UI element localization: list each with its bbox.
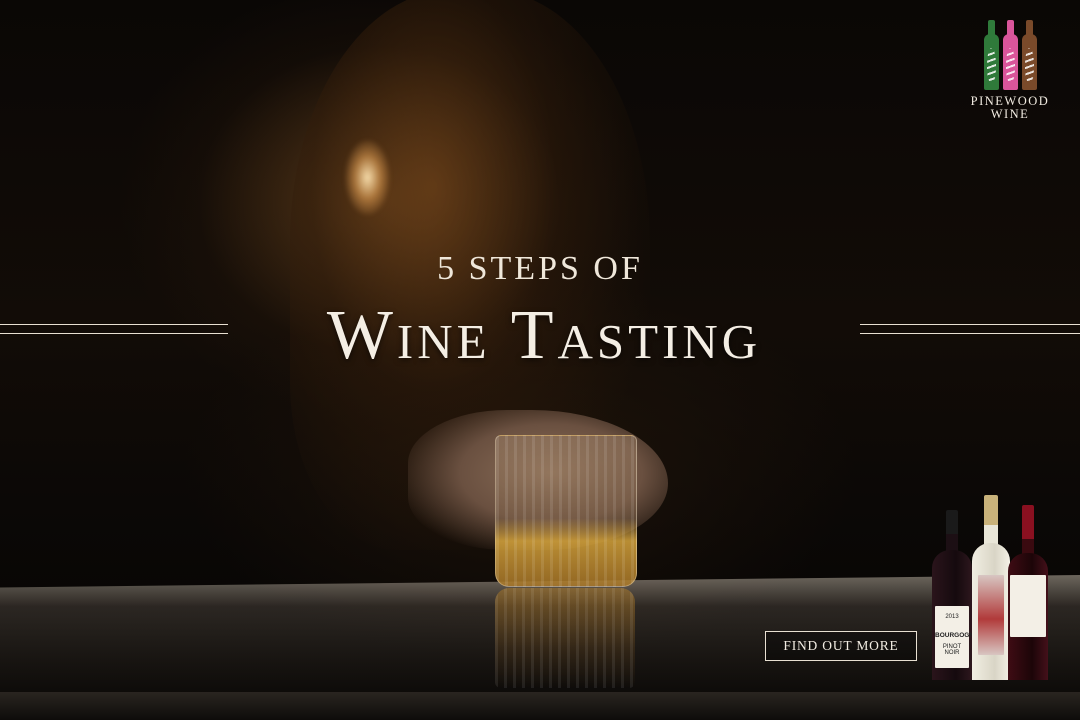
light-glow <box>345 140 390 215</box>
logo-bottles-icon <box>960 18 1060 90</box>
whisky-glass <box>495 435 637 587</box>
pinewood-wine-logo[interactable]: PINEWOOD WINE <box>960 18 1060 121</box>
product-bottles: 2013 BOURGOGNE PINOT NOIR <box>930 490 1055 680</box>
product-bottle-bourgogne: 2013 BOURGOGNE PINOT NOIR <box>932 510 979 680</box>
logo-line-2: WINE <box>990 107 1030 121</box>
product-sub: PINOT NOIR <box>942 644 962 656</box>
logo-wordmark: PINEWOOD WINE <box>960 95 1060 121</box>
logo-bottle-green <box>983 20 999 90</box>
headline-subtitle: 5 STEPS OF <box>437 250 643 287</box>
decorative-rule-right <box>860 324 1080 334</box>
logo-bottle-brown <box>1021 20 1037 90</box>
logo-bottle-pink <box>1002 20 1018 90</box>
glass-reflection <box>495 588 635 688</box>
bottom-edge <box>0 692 1080 720</box>
product-bottle-bordeaux <box>1008 505 1048 680</box>
decorative-rule-left <box>0 324 228 334</box>
find-out-more-button[interactable]: FIND OUT MORE <box>765 631 917 661</box>
product-year: 2013 <box>945 614 959 620</box>
headline-title: Wine Tasting <box>326 297 762 374</box>
product-bottle-white <box>972 495 1010 680</box>
product-name: BOURGOGNE <box>935 632 979 639</box>
banner: PINEWOOD WINE 5 STEPS OF Wine Tasting FI… <box>0 0 1080 720</box>
